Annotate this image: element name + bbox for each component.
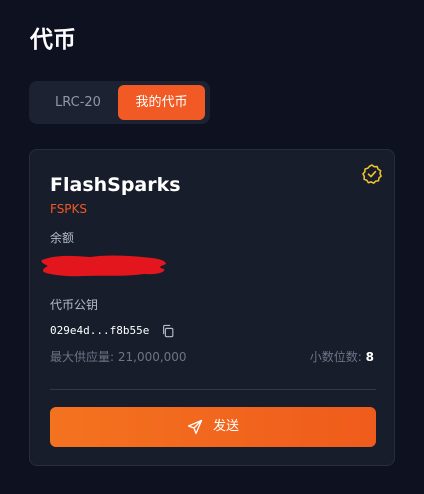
send-button[interactable]: 发送 <box>50 407 376 447</box>
token-card: FlashSparks FSPKS 余额 代币公钥 029e4d...f8b55… <box>29 149 395 466</box>
copy-icon[interactable] <box>161 324 175 338</box>
max-supply: 最大供应量: 21,000,000 <box>50 350 187 364</box>
tab-my-tokens[interactable]: 我的代币 <box>118 85 205 120</box>
decimals-value: 8 <box>365 350 374 364</box>
tab-lrc-20[interactable]: LRC-20 <box>35 85 121 120</box>
token-name: FlashSparks <box>50 174 181 196</box>
divider <box>50 389 376 390</box>
balance-redaction <box>41 255 166 277</box>
decimals: 小数位数: 8 <box>310 349 374 365</box>
public-key-label: 代币公钥 <box>50 298 99 312</box>
decimals-label: 小数位数: <box>309 350 362 364</box>
balance-label: 余额 <box>50 231 75 245</box>
send-icon <box>187 419 203 435</box>
public-key-row: 029e4d...f8b55e <box>50 322 175 340</box>
token-symbol: FSPKS <box>50 202 88 216</box>
token-page: 代币 LRC-20 我的代币 FlashSparks FSPKS 余额 代币公钥… <box>0 0 424 494</box>
public-key-value: 029e4d...f8b55e <box>50 324 150 337</box>
token-tabs: LRC-20 我的代币 <box>29 81 210 124</box>
page-title: 代币 <box>30 27 76 53</box>
send-label: 发送 <box>212 419 239 434</box>
verified-badge-icon <box>362 164 382 184</box>
